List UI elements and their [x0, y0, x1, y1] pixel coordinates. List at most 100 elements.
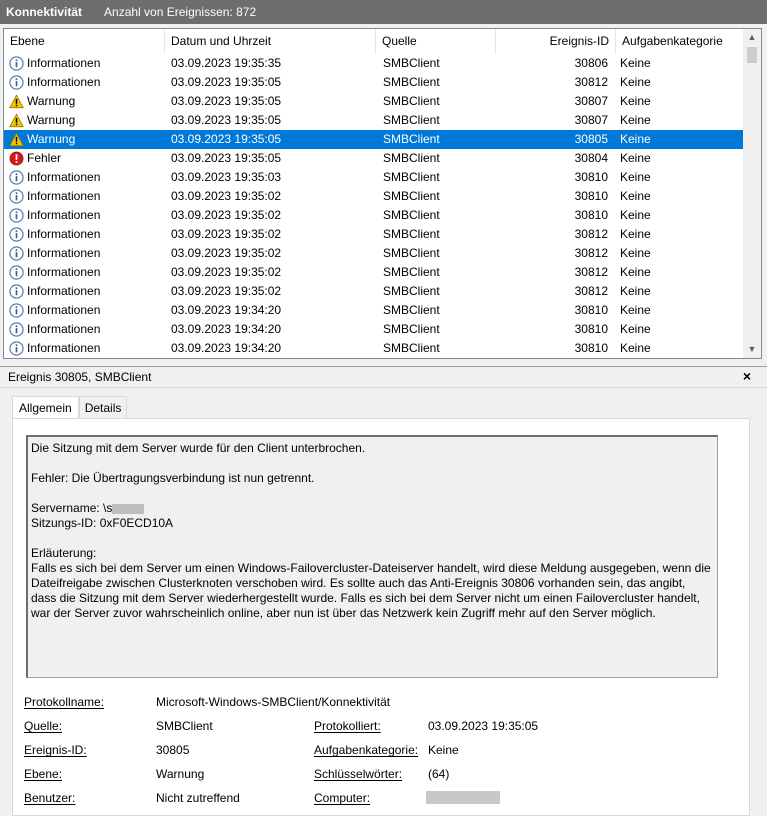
- info-icon: [9, 246, 24, 261]
- table-row[interactable]: Informationen 03.09.2023 19:35:35 SMBClien…: [4, 54, 743, 73]
- table-row[interactable]: Informationen 03.09.2023 19:34:20 SMBClien…: [4, 339, 743, 358]
- row-level-text: Informationen: [27, 189, 101, 203]
- row-date: 03.09.2023 19:34:20: [171, 341, 282, 355]
- row-level-text: Informationen: [27, 56, 101, 70]
- event-description[interactable]: Die Sitzung mit dem Server wurde für den…: [26, 435, 718, 678]
- table-row[interactable]: Informationen 03.09.2023 19:35:02 SMBClien…: [4, 282, 743, 301]
- description-server: Servername: \s: [31, 501, 713, 516]
- tab-general[interactable]: Allgemein: [12, 396, 79, 420]
- info-icon: [9, 322, 24, 337]
- row-category: Keine: [620, 322, 651, 336]
- event-detail-header: Ereignis 30805, SMBClient ×: [0, 366, 767, 388]
- col-header-date[interactable]: Datum und Uhrzeit: [165, 29, 376, 54]
- table-row[interactable]: Fehler 03.09.2023 19:35:05 SMBClient 30804 K…: [4, 149, 743, 168]
- row-date: 03.09.2023 19:35:05: [171, 94, 282, 108]
- table-row[interactable]: Informationen 03.09.2023 19:35:02 SMBClien…: [4, 187, 743, 206]
- row-level: Fehler: [4, 149, 164, 168]
- info-icon: [9, 284, 24, 299]
- col-header-source[interactable]: Quelle: [376, 29, 496, 54]
- row-event-id: 30812: [574, 246, 608, 260]
- event-list[interactable]: Ebene Datum und Uhrzeit Quelle Ereignis-…: [3, 28, 762, 359]
- row-event-id: 30807: [574, 94, 608, 108]
- row-date: 03.09.2023 19:34:20: [171, 303, 282, 317]
- prop-label-logged: Protokolliert:: [314, 719, 381, 733]
- row-level: Informationen: [4, 244, 164, 263]
- row-date: 03.09.2023 19:35:35: [171, 56, 282, 70]
- prop-label-event-id: Ereignis-ID:: [24, 743, 87, 757]
- row-category: Keine: [620, 284, 651, 298]
- table-row[interactable]: Informationen 03.09.2023 19:34:20 SMBClien…: [4, 320, 743, 339]
- row-event-id: 30812: [574, 75, 608, 89]
- scroll-up-arrow-icon[interactable]: ▲: [743, 29, 761, 46]
- row-source: SMBClient: [383, 246, 440, 260]
- table-row[interactable]: Informationen 03.09.2023 19:35:02 SMBClien…: [4, 263, 743, 282]
- row-category: Keine: [620, 303, 651, 317]
- row-category: Keine: [620, 227, 651, 241]
- warning-icon: [9, 94, 24, 109]
- row-level: Informationen: [4, 206, 164, 225]
- log-title: Konnektivität: [6, 5, 83, 19]
- row-source: SMBClient: [383, 132, 440, 146]
- info-icon: [9, 56, 24, 71]
- row-date: 03.09.2023 19:35:05: [171, 151, 282, 165]
- row-source: SMBClient: [383, 208, 440, 222]
- row-date: 03.09.2023 19:35:05: [171, 75, 282, 89]
- row-level-text: Fehler: [27, 151, 62, 165]
- row-date: 03.09.2023 19:35:02: [171, 227, 282, 241]
- table-row[interactable]: Warnung 03.09.2023 19:35:05 SMBClient 30807…: [4, 92, 743, 111]
- row-level: Informationen: [4, 73, 164, 92]
- row-source: SMBClient: [383, 189, 440, 203]
- table-row[interactable]: Informationen 03.09.2023 19:34:20 SMBClien…: [4, 301, 743, 320]
- row-date: 03.09.2023 19:35:05: [171, 132, 282, 146]
- table-row[interactable]: Informationen 03.09.2023 19:35:02 SMBClien…: [4, 225, 743, 244]
- row-date: 03.09.2023 19:35:02: [171, 246, 282, 260]
- tab-details[interactable]: Details: [78, 396, 128, 419]
- row-event-id: 30812: [574, 284, 608, 298]
- table-row[interactable]: Informationen 03.09.2023 19:35:05 SMBClien…: [4, 73, 743, 92]
- row-level: Warnung: [4, 130, 164, 149]
- prop-value-source: SMBClient: [156, 719, 213, 733]
- row-category: Keine: [620, 208, 651, 222]
- col-header-category[interactable]: Aufgabenkategorie: [616, 29, 743, 54]
- row-event-id: 30812: [574, 265, 608, 279]
- table-row[interactable]: Informationen 03.09.2023 19:35:03 SMBClien…: [4, 168, 743, 187]
- col-header-level[interactable]: Ebene: [4, 29, 165, 54]
- row-source: SMBClient: [383, 151, 440, 165]
- row-event-id: 30810: [574, 322, 608, 336]
- row-date: 03.09.2023 19:34:20: [171, 322, 282, 336]
- row-event-id: 30806: [574, 56, 608, 70]
- row-level-text: Informationen: [27, 246, 101, 260]
- row-source: SMBClient: [383, 322, 440, 336]
- table-row[interactable]: Warnung 03.09.2023 19:35:05 SMBClient 30807…: [4, 111, 743, 130]
- row-level: Informationen: [4, 54, 164, 73]
- row-category: Keine: [620, 113, 651, 127]
- log-titlebar: Konnektivität Anzahl von Ereignissen: 87…: [0, 0, 767, 24]
- warning-icon: [9, 132, 24, 147]
- row-level-text: Warnung: [27, 113, 76, 127]
- row-level: Informationen: [4, 282, 164, 301]
- row-source: SMBClient: [383, 265, 440, 279]
- col-header-event-id[interactable]: Ereignis-ID: [496, 29, 616, 54]
- row-level: Warnung: [4, 92, 164, 111]
- scroll-down-arrow-icon[interactable]: ▼: [743, 341, 761, 358]
- row-level-text: Informationen: [27, 227, 101, 241]
- info-icon: [9, 341, 24, 356]
- row-level: Informationen: [4, 339, 164, 358]
- error-icon: [9, 151, 24, 166]
- row-event-id: 30810: [574, 170, 608, 184]
- prop-label-source: Quelle:: [24, 719, 63, 733]
- row-event-id: 30805: [574, 132, 608, 146]
- table-row[interactable]: Informationen 03.09.2023 19:35:02 SMBClien…: [4, 206, 743, 225]
- row-level: Warnung: [4, 111, 164, 130]
- scroll-thumb[interactable]: [747, 47, 757, 63]
- info-icon: [9, 227, 24, 242]
- table-row[interactable]: Informationen 03.09.2023 19:35:02 SMBClien…: [4, 244, 743, 263]
- prop-value-user: Nicht zutreffend: [156, 791, 240, 805]
- close-icon[interactable]: ×: [743, 368, 751, 384]
- vertical-scrollbar[interactable]: ▲ ▼: [743, 29, 761, 358]
- row-category: Keine: [620, 170, 651, 184]
- row-category: Keine: [620, 151, 651, 165]
- row-source: SMBClient: [383, 227, 440, 241]
- row-category: Keine: [620, 189, 651, 203]
- table-row[interactable]: Warnung 03.09.2023 19:35:05 SMBClient 30805…: [4, 130, 743, 149]
